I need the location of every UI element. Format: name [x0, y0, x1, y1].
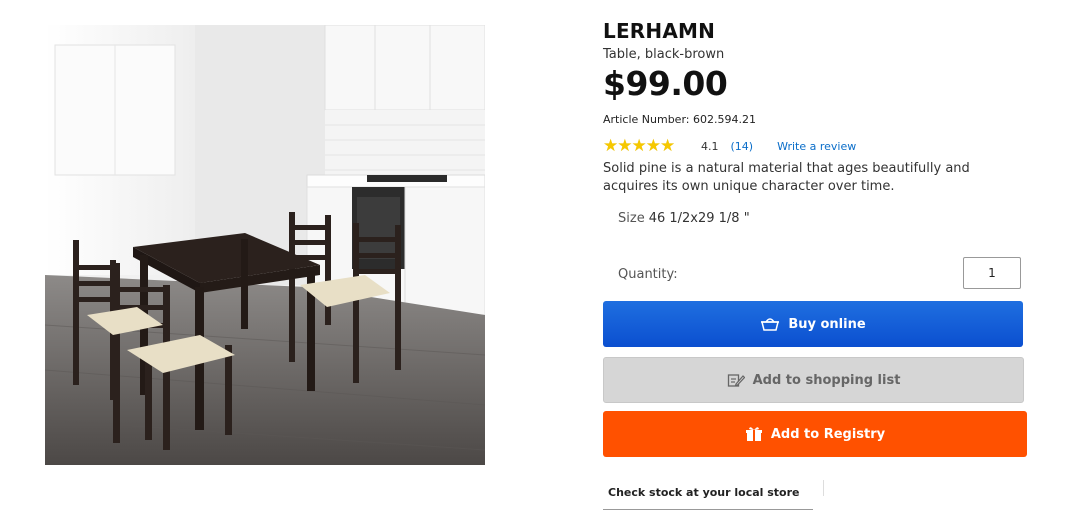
add-to-registry-button[interactable]: Add to Registry: [603, 411, 1027, 457]
add-to-shopping-list-button[interactable]: Add to shopping list: [603, 357, 1024, 403]
quantity-label: Quantity:: [618, 267, 678, 282]
buy-online-button[interactable]: Buy online: [603, 301, 1023, 347]
product-description: Solid pine is a natural material that ag…: [603, 161, 970, 194]
rating-score: 4.1: [701, 139, 719, 153]
size-label: Size: [618, 211, 645, 226]
check-stock-section: Check stock at your local store: [603, 480, 825, 520]
product-image: [45, 25, 485, 465]
quantity-input[interactable]: [963, 257, 1021, 289]
basket-icon: [761, 318, 780, 331]
registry-label: Add to Registry: [770, 426, 886, 442]
size-row: Size 46 1/2x29 1/8 ": [618, 211, 750, 226]
size-value: 46 1/2x29 1/8 ": [648, 211, 750, 226]
product-name: LERHAMN: [603, 19, 716, 43]
write-review-link[interactable]: Write a review: [777, 140, 856, 153]
article-number: Article Number: 602.594.21: [603, 113, 756, 126]
rating-row: ★★★★★ ★★★★★ 4.1 (14) Write a review: [603, 137, 856, 155]
gift-icon: [745, 427, 762, 441]
shopping-list-label: Add to shopping list: [752, 372, 901, 388]
stock-divider: [823, 480, 824, 496]
store-selector-edge[interactable]: [603, 509, 813, 510]
buy-online-label: Buy online: [788, 316, 866, 332]
product-price: $99.00: [603, 64, 728, 103]
review-count-link[interactable]: (14): [731, 140, 754, 153]
pencil-list-icon: [727, 374, 745, 387]
check-stock-label: Check stock at your local store: [608, 486, 800, 499]
product-subtitle: Table, black-brown: [603, 47, 725, 62]
star-rating-icon: ★★★★★ ★★★★★: [603, 136, 675, 156]
